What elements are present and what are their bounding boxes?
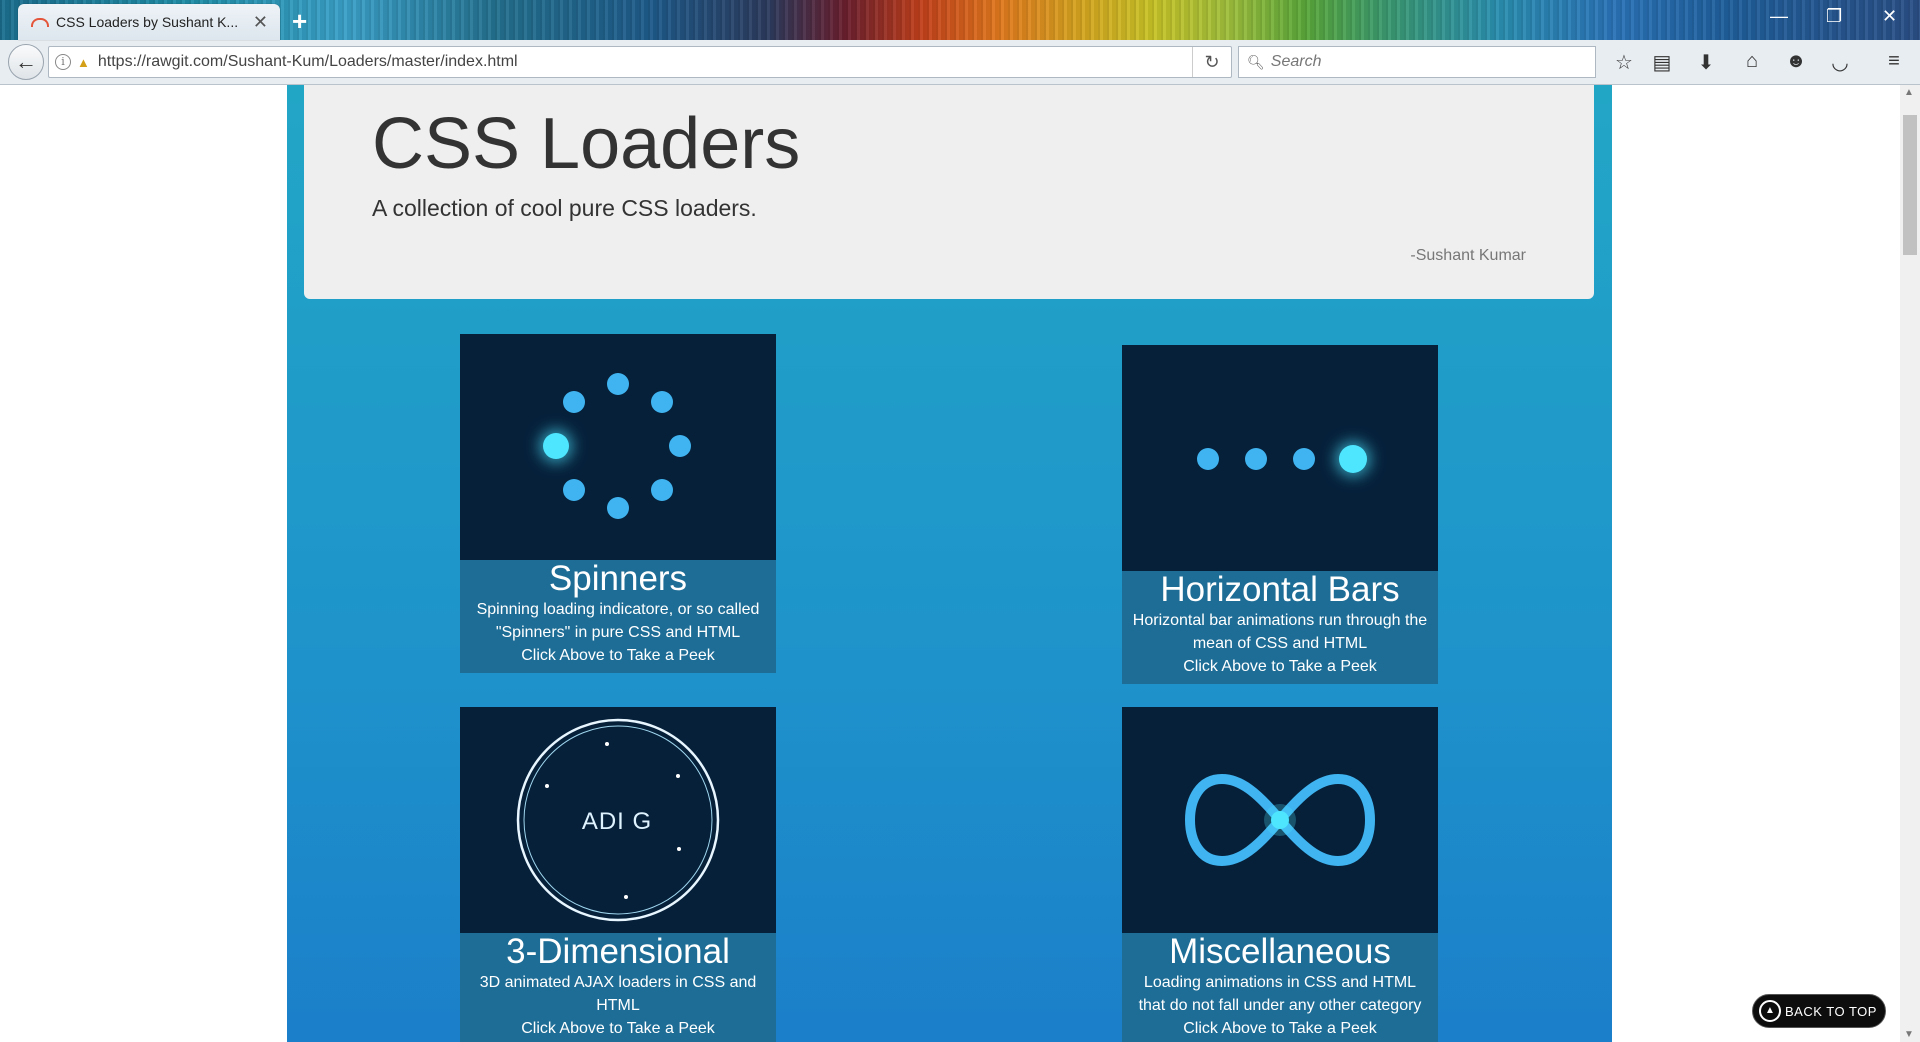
card-title: Horizontal Bars bbox=[1160, 570, 1400, 609]
browser-tab[interactable]: CSS Loaders by Sushant K... ✕ bbox=[18, 4, 280, 40]
header-jumbotron: CSS Loaders A collection of cool pure CS… bbox=[304, 85, 1594, 299]
chat-icon[interactable]: ☻ bbox=[1784, 50, 1808, 73]
horizontal-bars-preview[interactable] bbox=[1122, 345, 1438, 571]
spinner-dot-active bbox=[543, 433, 569, 459]
spinner-dot bbox=[651, 479, 673, 501]
spinner-dot bbox=[607, 373, 629, 395]
download-icon[interactable]: ⬇ bbox=[1694, 50, 1718, 75]
search-icon: 🔍︎ bbox=[1247, 53, 1265, 70]
3d-ring-graphic: ADI G bbox=[516, 718, 720, 922]
reload-icon[interactable]: ↻ bbox=[1192, 47, 1231, 77]
card-horizontal-bars[interactable]: Horizontal Bars Horizontal bar animation… bbox=[1122, 345, 1438, 684]
author-credit: -Sushant Kumar bbox=[1410, 247, 1526, 264]
browser-titlebar bbox=[0, 0, 1920, 40]
bar-dot bbox=[1197, 448, 1219, 470]
back-to-top-label: BACK TO TOP bbox=[1785, 1003, 1877, 1019]
bar-dot-active bbox=[1339, 445, 1367, 473]
back-button[interactable]: ← bbox=[8, 44, 44, 80]
card-title: 3-Dimensional bbox=[506, 932, 730, 971]
search-input[interactable]: 🔍︎ Search bbox=[1238, 46, 1596, 78]
card-title: Miscellaneous bbox=[1169, 932, 1391, 971]
restore-icon[interactable]: ❐ bbox=[1826, 6, 1842, 27]
url-text[interactable]: https://rawgit.com/Sushant-Kum/Loaders/m… bbox=[98, 53, 518, 71]
miscellaneous-preview[interactable] bbox=[1122, 707, 1438, 933]
bar-dot bbox=[1245, 448, 1267, 470]
url-bar[interactable]: i ▲ https://rawgit.com/Sushant-Kum/Loade… bbox=[48, 46, 1232, 78]
search-placeholder: Search bbox=[1270, 53, 1322, 70]
reading-list-icon[interactable]: ▤ bbox=[1650, 50, 1674, 75]
site-info-icon[interactable]: i bbox=[55, 54, 71, 70]
scroll-thumb[interactable] bbox=[1903, 115, 1917, 255]
arrow-up-icon: ▲ bbox=[1759, 1000, 1781, 1022]
spinner-preview[interactable] bbox=[460, 334, 776, 560]
card-3-dimensional[interactable]: ADI G 3-Dimensional 3D animated AJAX loa… bbox=[460, 707, 776, 1042]
page-title: CSS Loaders bbox=[372, 104, 801, 184]
back-arrow-icon: ← bbox=[15, 49, 37, 74]
card-title: Spinners bbox=[548, 559, 688, 598]
card-description: Loading animations in CSS and HTML that … bbox=[1138, 974, 1422, 1014]
navigation-toolbar: ← i ▲ https://rawgit.com/Sushant-Kum/Loa… bbox=[0, 40, 1920, 85]
page-subtitle: A collection of cool pure CSS loaders. bbox=[372, 195, 757, 221]
spinner-dot bbox=[669, 435, 691, 457]
card-cta[interactable]: Click Above to Take a Peek bbox=[460, 644, 776, 673]
vertical-scrollbar[interactable]: ▲ ▼ bbox=[1900, 85, 1920, 1042]
scroll-up-icon[interactable]: ▲ bbox=[1904, 87, 1914, 98]
spinner-dot bbox=[607, 497, 629, 519]
card-cta[interactable]: Click Above to Take a Peek bbox=[460, 1017, 776, 1042]
card-spinners[interactable]: Spinners Spinning loading indicatore, or… bbox=[460, 334, 776, 673]
spinner-dot bbox=[651, 391, 673, 413]
spinner-dot bbox=[563, 479, 585, 501]
lock-warning-icon[interactable]: ▲ bbox=[77, 55, 90, 70]
card-cta[interactable]: Click Above to Take a Peek bbox=[1122, 655, 1438, 684]
close-window-icon[interactable]: ✕ bbox=[1882, 6, 1897, 27]
new-tab-button[interactable]: + bbox=[292, 6, 307, 37]
spinner-dot bbox=[563, 391, 585, 413]
infinity-loader-graphic bbox=[1184, 773, 1376, 867]
back-to-top-button[interactable]: ▲ BACK TO TOP bbox=[1752, 994, 1886, 1028]
pocket-icon[interactable]: ◡ bbox=[1828, 50, 1852, 75]
tab-title: CSS Loaders by Sushant K... bbox=[56, 14, 239, 30]
card-cta[interactable]: Click Above to Take a Peek bbox=[1122, 1017, 1438, 1042]
close-tab-icon[interactable]: ✕ bbox=[253, 12, 268, 33]
3d-preview[interactable]: ADI G bbox=[460, 707, 776, 933]
bookmark-star-icon[interactable]: ☆ bbox=[1612, 50, 1636, 75]
menu-icon[interactable]: ≡ bbox=[1882, 50, 1906, 73]
favicon-icon bbox=[30, 14, 49, 30]
scroll-down-icon[interactable]: ▼ bbox=[1904, 1029, 1914, 1040]
card-description: Horizontal bar animations run through th… bbox=[1132, 612, 1428, 652]
minimize-icon[interactable]: — bbox=[1770, 6, 1788, 27]
bar-dot bbox=[1293, 448, 1315, 470]
home-icon[interactable]: ⌂ bbox=[1740, 50, 1764, 73]
card-miscellaneous[interactable]: Miscellaneous Loading animations in CSS … bbox=[1122, 707, 1438, 1042]
3d-preview-text: ADI G bbox=[582, 808, 652, 835]
card-description: 3D animated AJAX loaders in CSS and HTML bbox=[479, 974, 757, 1014]
card-description: Spinning loading indicatore, or so calle… bbox=[476, 601, 760, 641]
page-viewport: CSS Loaders A collection of cool pure CS… bbox=[0, 85, 1900, 1042]
page-container: CSS Loaders A collection of cool pure CS… bbox=[287, 85, 1612, 1042]
